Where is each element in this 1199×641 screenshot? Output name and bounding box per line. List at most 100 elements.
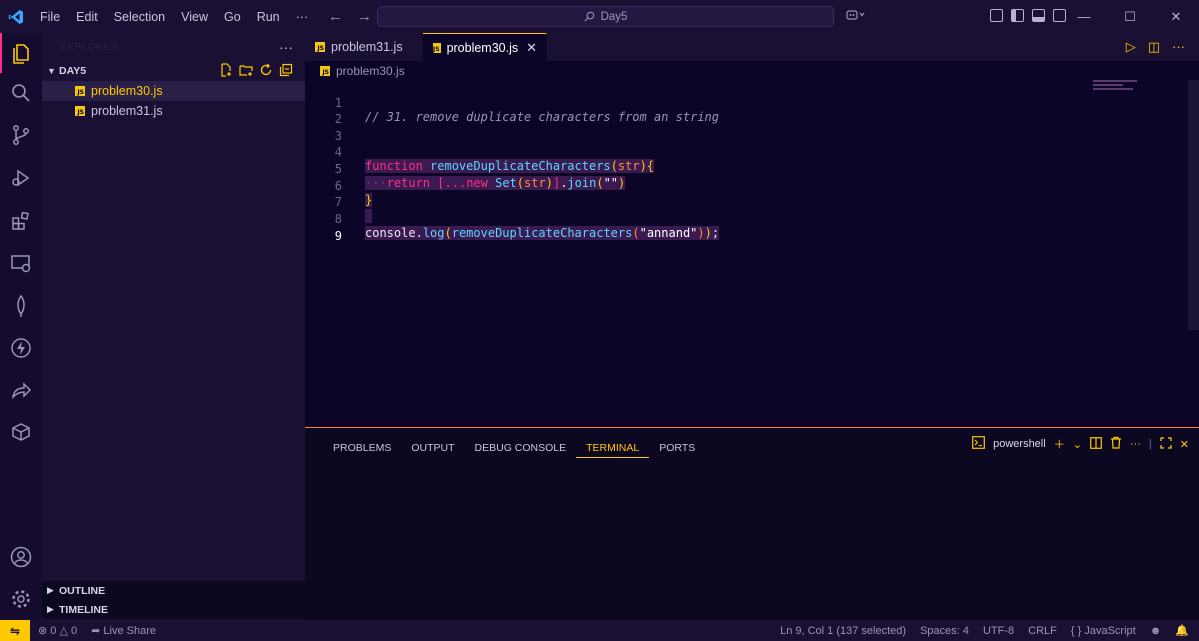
back-arrow-icon[interactable]: ←: [328, 8, 343, 25]
close-window-icon[interactable]: ✕: [1153, 0, 1199, 33]
file-label: problem31.js: [91, 104, 163, 118]
copilot-status-icon[interactable]: ☻: [1150, 625, 1162, 637]
extensions-icon[interactable]: [0, 200, 42, 242]
collapse-all-icon[interactable]: [279, 63, 293, 77]
eol[interactable]: CRLF: [1028, 625, 1057, 637]
minimize-icon[interactable]: —: [1061, 0, 1107, 33]
new-terminal-icon[interactable]: ＋: [1054, 436, 1065, 452]
maximize-panel-icon[interactable]: [1160, 436, 1172, 452]
close-panel-icon[interactable]: ✕: [1180, 438, 1189, 451]
code-line: 8 console.log(removeDuplicateCharacters(…: [305, 198, 1185, 240]
explorer-icon[interactable]: [0, 33, 42, 75]
search-icon: [584, 11, 594, 22]
docker-icon[interactable]: [0, 411, 42, 453]
code-line: 2: [305, 98, 1185, 126]
timeline-label: TIMELINE: [59, 603, 108, 616]
live-share-icon: ➦: [91, 625, 101, 637]
more-actions-icon[interactable]: ···: [1130, 438, 1141, 450]
remote-indicator-icon[interactable]: ⇋: [0, 620, 30, 641]
window-controls: — ☐ ✕: [1061, 0, 1199, 33]
navigation-arrows: ← →: [328, 8, 372, 25]
thunder-client-icon[interactable]: [0, 327, 42, 369]
menu-bar: File Edit Selection View Go Run ···: [32, 10, 316, 24]
more-actions-icon[interactable]: ···: [279, 39, 293, 55]
minimap-line: [1093, 84, 1123, 86]
js-file-icon: JS: [75, 106, 85, 116]
menu-view[interactable]: View: [173, 10, 216, 24]
minimap[interactable]: [1093, 80, 1153, 96]
code-line: 1 // 31. remove duplicate characters fro…: [305, 82, 1185, 124]
toggle-panel-icon[interactable]: [1032, 9, 1045, 22]
code-line: 9: [305, 215, 1185, 243]
cursor-position[interactable]: Ln 9, Col 1 (137 selected): [780, 625, 906, 637]
js-file-icon: JS: [75, 86, 85, 96]
tab-problem30[interactable]: JS problem30.js ✕: [423, 33, 547, 61]
breadcrumb-file: problem30.js: [336, 64, 405, 78]
status-right: Ln 9, Col 1 (137 selected) Spaces: 4 UTF…: [780, 620, 1189, 641]
mongodb-icon[interactable]: [0, 285, 42, 327]
search-icon[interactable]: [0, 72, 42, 114]
timeline-section[interactable]: ▶ TIMELINE: [42, 600, 305, 619]
divider: |: [1148, 438, 1152, 450]
indentation[interactable]: Spaces: 4: [920, 625, 969, 637]
problems-status[interactable]: ⊗ 0 △ 0: [38, 624, 77, 637]
code-line: 7: [305, 181, 1185, 223]
sidebar-header: EXPLORER ···: [42, 33, 305, 61]
menu-go[interactable]: Go: [216, 10, 249, 24]
live-share-status[interactable]: ➦ Live Share: [91, 624, 156, 637]
file-item-problem31[interactable]: JS problem31.js: [42, 101, 305, 121]
activity-bar: [0, 33, 42, 620]
status-left: ⊗ 0 △ 0 ➦ Live Share: [38, 624, 156, 637]
js-file-icon: JS: [433, 42, 441, 53]
run-debug-icon[interactable]: [0, 157, 42, 199]
tab-ports[interactable]: PORTS: [649, 438, 705, 458]
refresh-icon[interactable]: [259, 63, 273, 77]
tab-debug-console[interactable]: DEBUG CONSOLE: [465, 438, 577, 458]
language-mode[interactable]: { } JavaScript: [1071, 625, 1136, 637]
account-icon[interactable]: [0, 536, 42, 578]
new-file-icon[interactable]: [219, 63, 233, 77]
menu-run[interactable]: Run: [249, 10, 288, 24]
new-folder-icon[interactable]: [239, 63, 253, 77]
terminal-name[interactable]: powershell: [993, 438, 1046, 450]
encoding[interactable]: UTF-8: [983, 625, 1014, 637]
command-center-search[interactable]: Day5: [377, 6, 834, 27]
bottom-panel: PROBLEMS OUTPUT DEBUG CONSOLE TERMINAL P…: [305, 427, 1199, 620]
forward-arrow-icon[interactable]: →: [357, 8, 372, 25]
chevron-right-icon: ▶: [47, 604, 54, 614]
folder-day5[interactable]: ▼ DAY5: [42, 61, 305, 81]
live-share-icon[interactable]: [0, 370, 42, 412]
split-editor-icon[interactable]: ◫: [1148, 39, 1160, 55]
tab-problem31[interactable]: JS problem31.js: [305, 33, 423, 61]
code-editor[interactable]: 1 // 31. remove duplicate characters fro…: [305, 80, 1199, 427]
source-control-icon[interactable]: [0, 114, 42, 156]
remote-explorer-icon[interactable]: [0, 242, 42, 284]
notifications-bell-icon[interactable]: 🔔: [1175, 624, 1189, 637]
toggle-sidebar-icon[interactable]: [1011, 9, 1024, 22]
more-actions-icon[interactable]: ···: [1172, 39, 1185, 55]
editor-scrollbar[interactable]: [1188, 80, 1199, 330]
maximize-icon[interactable]: ☐: [1107, 0, 1153, 33]
tab-label: problem31.js: [331, 40, 403, 54]
code-line: 5 ···return [...new Set(str)].join(""): [305, 148, 1185, 190]
tab-terminal[interactable]: TERMINAL: [576, 438, 650, 458]
trash-icon[interactable]: [1110, 436, 1122, 452]
settings-gear-icon[interactable]: [0, 578, 42, 620]
tab-problems[interactable]: PROBLEMS: [323, 438, 401, 458]
close-tab-icon[interactable]: ✕: [526, 40, 537, 56]
breadcrumb[interactable]: JS problem30.js: [320, 63, 405, 79]
folder-actions: [219, 63, 293, 77]
menu-edit[interactable]: Edit: [68, 10, 106, 24]
file-item-problem30[interactable]: JS problem30.js: [42, 81, 305, 101]
run-file-icon[interactable]: ▷: [1126, 39, 1136, 55]
customize-layout-icon[interactable]: [990, 9, 1003, 22]
outline-section[interactable]: ▶ OUTLINE: [42, 581, 305, 600]
chevron-down-icon[interactable]: ⌄: [1073, 438, 1082, 451]
menu-file[interactable]: File: [32, 10, 68, 24]
menu-more[interactable]: ···: [288, 10, 317, 24]
split-terminal-icon[interactable]: [1090, 436, 1102, 452]
menu-selection[interactable]: Selection: [106, 10, 173, 24]
copilot-icon[interactable]: [846, 8, 866, 24]
minimap-line: [1093, 88, 1133, 90]
tab-output[interactable]: OUTPUT: [401, 438, 464, 458]
